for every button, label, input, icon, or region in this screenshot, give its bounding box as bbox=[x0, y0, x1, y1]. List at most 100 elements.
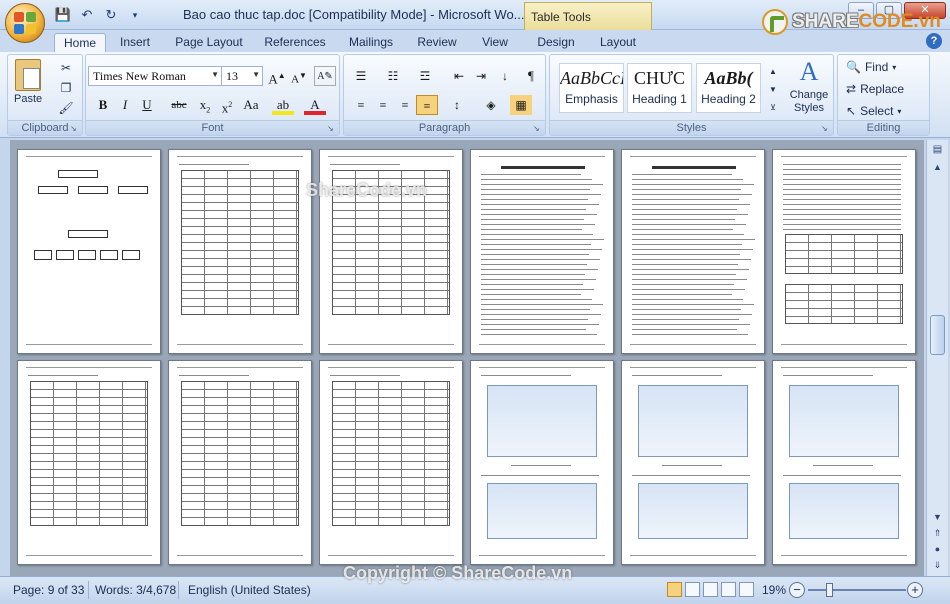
scrollbar-thumb[interactable] bbox=[930, 315, 945, 355]
format-painter-icon[interactable]: 🖌 bbox=[56, 99, 76, 117]
document-area[interactable] bbox=[10, 140, 924, 576]
font-name-combo[interactable]: Times New Roman ▼ bbox=[88, 66, 222, 86]
replace-button[interactable]: ⇄ Replace bbox=[846, 82, 904, 96]
font-size-combo[interactable]: 13 ▼ bbox=[221, 66, 263, 86]
style-heading-2[interactable]: AaBb( Heading 2 bbox=[696, 63, 761, 113]
change-styles-button[interactable]: A Change Styles bbox=[786, 57, 832, 115]
outline-view-icon[interactable] bbox=[721, 582, 736, 597]
zoom-in-icon[interactable]: + bbox=[907, 582, 923, 598]
grow-font-icon[interactable]: A▲ bbox=[266, 66, 288, 86]
tab-mailings[interactable]: Mailings bbox=[342, 33, 400, 52]
page-thumbnail[interactable] bbox=[621, 149, 765, 354]
align-center-icon[interactable]: ≡ bbox=[372, 95, 394, 115]
print-layout-view-icon[interactable] bbox=[667, 582, 682, 597]
word-count[interactable]: Words: 3/4,678 bbox=[95, 583, 176, 597]
highlight-icon[interactable]: ab bbox=[272, 95, 294, 115]
strikethrough-icon[interactable]: abc bbox=[168, 95, 190, 115]
help-icon[interactable]: ? bbox=[926, 33, 942, 49]
page-content-shape bbox=[181, 170, 299, 315]
style-emphasis[interactable]: AaBbCcI Emphasis bbox=[559, 63, 624, 113]
view-ruler-icon[interactable]: ▤ bbox=[930, 144, 945, 158]
superscript-icon[interactable]: x2 bbox=[216, 95, 238, 115]
styles-scroll-up-icon[interactable]: ▲ bbox=[763, 63, 783, 79]
full-screen-reading-view-icon[interactable] bbox=[685, 582, 700, 597]
align-left-icon[interactable]: ≡ bbox=[350, 95, 372, 115]
justify-icon[interactable]: ≡ bbox=[416, 95, 438, 115]
line-spacing-icon[interactable]: ↕ bbox=[446, 95, 468, 115]
web-layout-view-icon[interactable] bbox=[703, 582, 718, 597]
select-button[interactable]: ↖ Select ▾ bbox=[846, 104, 901, 118]
language-indicator[interactable]: English (United States) bbox=[188, 583, 311, 597]
styles-launcher-icon[interactable]: ↘ bbox=[821, 124, 830, 133]
font-color-icon[interactable]: A bbox=[304, 95, 326, 115]
decrease-indent-icon[interactable]: ⇤ bbox=[448, 66, 470, 86]
page-thumbnail[interactable] bbox=[17, 360, 161, 565]
page-content-shape bbox=[783, 199, 901, 200]
clear-formatting-icon[interactable]: A✎ bbox=[314, 66, 336, 86]
page-thumbnail[interactable] bbox=[772, 360, 916, 565]
page-thumbnail[interactable] bbox=[621, 360, 765, 565]
shrink-font-icon[interactable]: A▼ bbox=[288, 66, 310, 86]
page-content-shape bbox=[481, 274, 585, 275]
save-icon[interactable]: 💾 bbox=[54, 6, 72, 24]
copy-icon[interactable]: ❐ bbox=[56, 79, 76, 97]
scroll-down-icon[interactable]: ▼ bbox=[930, 512, 945, 526]
tab-page-layout[interactable]: Page Layout bbox=[170, 33, 248, 52]
style-name: Emphasis bbox=[565, 92, 618, 106]
borders-icon[interactable]: ▦ bbox=[510, 95, 532, 115]
show-marks-icon[interactable]: ¶ bbox=[520, 66, 542, 86]
clipboard-launcher-icon[interactable]: ↘ bbox=[70, 124, 79, 133]
page-indicator[interactable]: Page: 9 of 33 bbox=[13, 583, 84, 597]
bold-icon[interactable]: B bbox=[92, 95, 114, 115]
page-thumbnail[interactable] bbox=[168, 149, 312, 354]
page-content-shape bbox=[479, 344, 605, 345]
page-content-shape bbox=[632, 224, 746, 225]
office-button[interactable] bbox=[5, 3, 45, 43]
zoom-slider-thumb[interactable] bbox=[826, 583, 833, 597]
font-launcher-icon[interactable]: ↘ bbox=[327, 124, 336, 133]
tab-review[interactable]: Review bbox=[412, 33, 462, 52]
paste-button[interactable]: Paste bbox=[14, 59, 42, 105]
page-thumbnail[interactable] bbox=[470, 149, 614, 354]
align-right-icon[interactable]: ≡ bbox=[394, 95, 416, 115]
draft-view-icon[interactable] bbox=[739, 582, 754, 597]
change-case-icon[interactable]: Aa bbox=[240, 95, 262, 115]
qat-customize-icon[interactable]: ▾ bbox=[126, 6, 144, 24]
zoom-out-icon[interactable]: − bbox=[789, 582, 805, 598]
page-thumbnail[interactable] bbox=[17, 149, 161, 354]
sort-icon[interactable]: ↓ bbox=[494, 66, 516, 86]
page-thumbnail[interactable] bbox=[470, 360, 614, 565]
style-heading-1[interactable]: CHƯC Heading 1 bbox=[627, 63, 692, 113]
next-page-icon[interactable]: ⇓ bbox=[930, 560, 945, 574]
paragraph-launcher-icon[interactable]: ↘ bbox=[533, 124, 542, 133]
subscript-icon[interactable]: x2 bbox=[194, 95, 216, 115]
tab-view[interactable]: View bbox=[474, 33, 516, 52]
increase-indent-icon[interactable]: ⇥ bbox=[470, 66, 492, 86]
cut-icon[interactable]: ✂ bbox=[56, 59, 76, 77]
underline-icon[interactable]: U bbox=[136, 95, 158, 115]
page-thumbnail[interactable] bbox=[319, 360, 463, 565]
tab-insert[interactable]: Insert bbox=[112, 33, 158, 52]
find-button[interactable]: 🔍 Find ▾ bbox=[846, 60, 896, 74]
previous-page-icon[interactable]: ⇑ bbox=[930, 528, 945, 542]
undo-icon[interactable]: ↶ bbox=[78, 6, 96, 24]
tab-home[interactable]: Home bbox=[54, 33, 106, 52]
redo-icon[interactable]: ↻ bbox=[102, 6, 120, 24]
scroll-up-icon[interactable]: ▲ bbox=[930, 162, 945, 176]
styles-more-icon[interactable]: ⊻ bbox=[763, 99, 783, 115]
vertical-scrollbar[interactable]: ▤ ▲ ▼ ⇑ ● ⇓ bbox=[926, 140, 948, 576]
zoom-level[interactable]: 19% bbox=[762, 583, 786, 597]
tab-layout[interactable]: Layout bbox=[594, 33, 642, 52]
multilevel-list-icon[interactable]: ☲ bbox=[414, 66, 436, 86]
bullets-icon[interactable]: ☰ bbox=[350, 66, 372, 86]
italic-icon[interactable]: I bbox=[114, 95, 136, 115]
styles-scroll-down-icon[interactable]: ▼ bbox=[763, 81, 783, 97]
shading-icon[interactable]: ◈ bbox=[480, 95, 502, 115]
page-thumbnail[interactable] bbox=[772, 149, 916, 354]
numbering-icon[interactable]: ☷ bbox=[382, 66, 404, 86]
page-thumbnail[interactable] bbox=[168, 360, 312, 565]
zoom-slider-track[interactable] bbox=[808, 589, 906, 591]
tab-design[interactable]: Design bbox=[530, 33, 582, 52]
tab-references[interactable]: References bbox=[259, 33, 331, 52]
browse-object-icon[interactable]: ● bbox=[930, 544, 945, 558]
